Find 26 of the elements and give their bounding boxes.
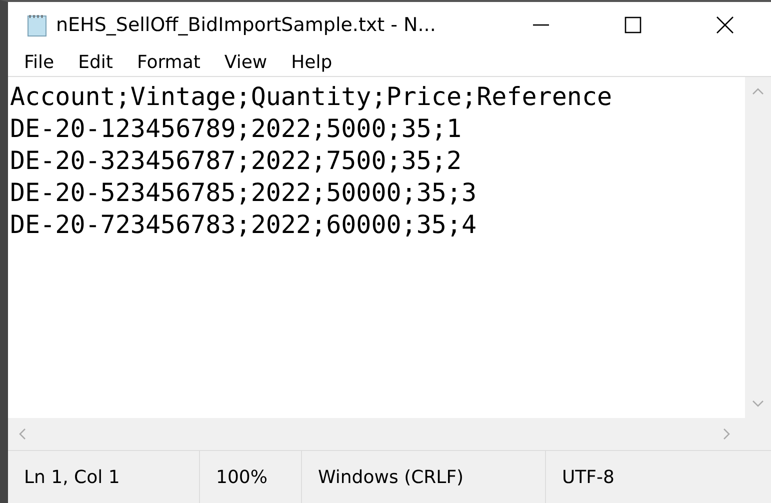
menu-item[interactable]: Format [126, 52, 210, 72]
text-line: DE-20-523456785;2022;50000;35;3 [10, 177, 478, 209]
text-area[interactable]: Account;Vintage;Quantity;Price;Reference DE-20-123456789;2022;5000;35;1 DE-20-323456787;2022;7500;35;2 DE-20-523456785;2022;50000;35;3 DE-20-723456783;2022;60000;35;4 [8, 77, 745, 418]
text-line: Account;Vintage;Quantity;Price;Reference [10, 81, 614, 113]
horizontal-scrollbar[interactable] [8, 418, 771, 450]
text-line: DE-20-323456787;2022;7500;35;2 [10, 145, 463, 177]
notepad-icon [26, 13, 48, 37]
menu-item[interactable]: File [14, 52, 64, 72]
menu-item[interactable]: View [214, 52, 278, 72]
window-title: nEHS_SellOff_BidImportSample.txt - N... [56, 14, 437, 36]
status-cell: 100% [200, 451, 302, 503]
status-cell: Windows (CRLF) [302, 451, 546, 503]
maximize-icon [623, 15, 643, 35]
minimize-icon [532, 24, 550, 26]
menu-item[interactable]: Edit [68, 52, 123, 72]
scroll-down-icon [752, 400, 764, 408]
text-line: DE-20-723456783;2022;60000;35;4 [10, 209, 478, 241]
menu-item[interactable]: Help [281, 52, 342, 72]
vertical-scrollbar[interactable] [745, 77, 771, 418]
close-icon [715, 15, 735, 35]
scroll-left-icon [18, 428, 26, 440]
scroll-up-icon [752, 87, 764, 95]
text-line: DE-20-123456789;2022;5000;35;1 [10, 113, 463, 145]
scroll-right-icon [723, 428, 731, 440]
status-cell: Ln 1, Col 1 [8, 451, 200, 503]
status-cell-text: UTF-8 [561, 466, 614, 490]
